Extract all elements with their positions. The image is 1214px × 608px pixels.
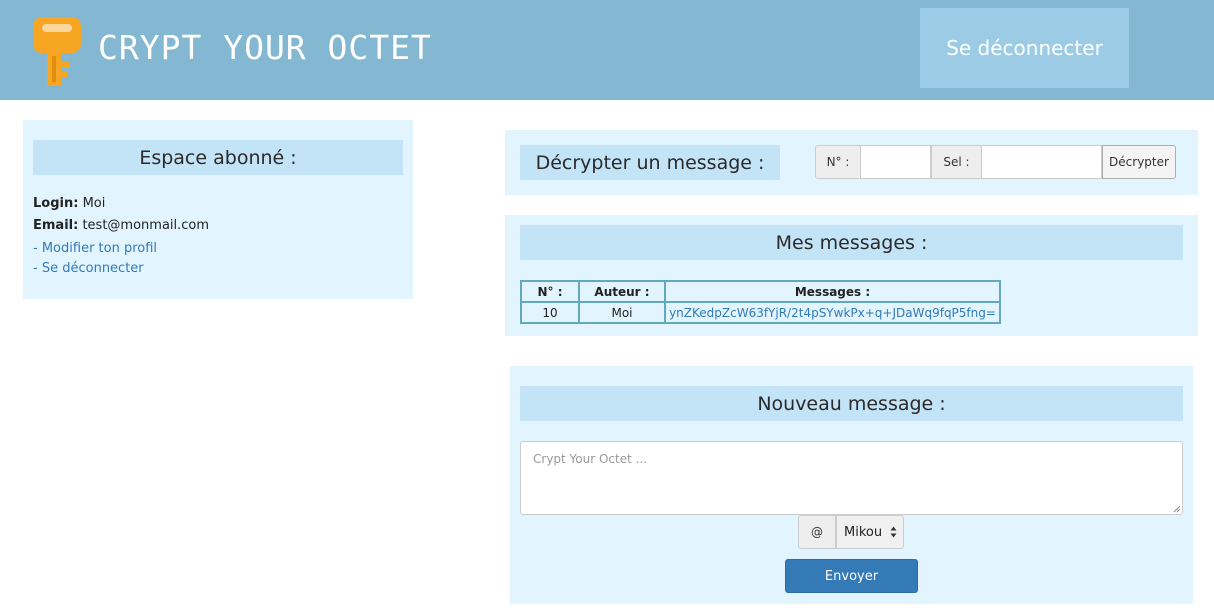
salt-input[interactable] xyxy=(982,145,1102,179)
recipient-select[interactable]: Mikou xyxy=(836,515,904,549)
subscriber-panel-title: Espace abonné : xyxy=(33,140,403,175)
column-header-number: N° : xyxy=(520,280,580,303)
new-message-panel-title: Nouveau message : xyxy=(520,386,1183,421)
app-title: CRYPT YOUR OCTET xyxy=(98,28,432,67)
sidebar-logout-link[interactable]: Se déconnecter xyxy=(42,261,144,276)
header-logout-button[interactable]: Se déconnecter xyxy=(920,8,1129,88)
login-label: Login: xyxy=(33,196,79,211)
messages-panel-title: Mes messages : xyxy=(520,225,1183,260)
table-header-row: N° : Auteur : Messages : xyxy=(520,280,1001,303)
decrypt-panel-title: Décrypter un message : xyxy=(520,145,780,180)
edit-profile-row: - Modifier ton profil xyxy=(33,239,157,259)
message-textarea[interactable]: Crypt Your Octet ... xyxy=(520,441,1183,515)
messages-panel: Mes messages : N° : Auteur : Messages : … xyxy=(505,215,1198,336)
account-links: - Modifier ton profil - Se déconnecter xyxy=(33,239,157,279)
message-number-cell: 10 xyxy=(520,301,580,324)
message-link[interactable]: ynZKedpZcW63fYjR/2t4pSYwkPx+q+JDaWq9fqP5… xyxy=(664,301,1001,324)
select-arrows-icon xyxy=(890,526,897,538)
recipient-selected-value: Mikou xyxy=(844,524,883,540)
send-button[interactable]: Envoyer xyxy=(785,559,918,593)
column-header-messages: Messages : xyxy=(664,280,1001,303)
edit-profile-link[interactable]: Modifier ton profil xyxy=(42,241,157,256)
messages-table: N° : Auteur : Messages : 10 Moi ynZKedpZ… xyxy=(520,280,1001,324)
resize-grip-icon[interactable] xyxy=(1173,505,1181,513)
account-info: Login: Moi Email: test@monmail.com xyxy=(33,193,209,237)
email-value: test@monmail.com xyxy=(82,218,210,233)
email-label: Email: xyxy=(33,218,79,233)
table-row[interactable]: 10 Moi ynZKedpZcW63fYjR/2t4pSYwkPx+q+JDa… xyxy=(520,301,1001,324)
subscriber-panel: Espace abonné : Login: Moi Email: test@m… xyxy=(23,120,413,299)
email-row: Email: test@monmail.com xyxy=(33,215,209,237)
new-message-panel: Nouveau message : Crypt Your Octet ... @… xyxy=(510,366,1193,604)
header: CRYPT YOUR OCTET Se déconnecter xyxy=(0,0,1214,100)
login-row: Login: Moi xyxy=(33,193,209,215)
key-icon xyxy=(33,17,81,86)
link-dash: - xyxy=(33,261,38,276)
message-number-input[interactable] xyxy=(861,145,931,179)
link-dash: - xyxy=(33,241,38,256)
message-number-label: N° : xyxy=(815,145,861,179)
message-author-cell: Moi xyxy=(578,301,666,324)
salt-label: Sel : xyxy=(931,145,982,179)
message-number-group: N° : Sel : Décrypter xyxy=(815,145,1176,179)
at-addon: @ xyxy=(798,515,836,549)
decrypt-panel: Décrypter un message : N° : Sel : Décryp… xyxy=(505,130,1198,195)
decrypt-button[interactable]: Décrypter xyxy=(1102,145,1176,179)
login-value: Moi xyxy=(82,196,106,211)
sidebar-logout-row: - Se déconnecter xyxy=(33,259,157,279)
column-header-author: Auteur : xyxy=(578,280,666,303)
